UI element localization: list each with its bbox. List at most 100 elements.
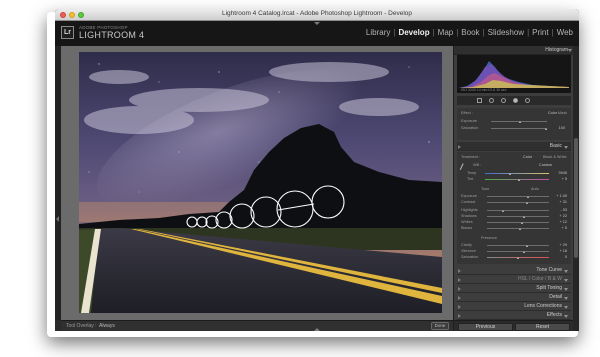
done-button[interactable]: Done [431,322,449,330]
mask-saturation-knob[interactable] [545,128,547,130]
exposure-knob[interactable] [527,196,529,198]
right-panel: Histogram ISO 3200 14 mm f/2.8 30 sec Ef… [453,46,573,331]
mask-exposure-label: Exposure [461,119,478,123]
module-book[interactable]: Book [461,28,479,37]
treatment-color-option[interactable]: Color [523,155,532,159]
previous-button[interactable]: Previous [458,323,513,331]
graduated-filter-icon[interactable] [513,98,518,103]
wb-label: WB : [473,163,482,167]
tone-curve-header[interactable]: Tone Curve [457,266,571,275]
contrast-knob[interactable] [526,202,528,204]
histogram-graph [457,55,571,88]
crop-tool-icon[interactable] [477,98,482,103]
module-separator: | [527,28,530,37]
left-panel-toggle-icon[interactable] [56,216,59,222]
module-library[interactable]: Library [366,28,390,37]
whites-knob[interactable] [521,222,523,224]
histogram-label: Histogram [545,47,568,53]
detail-header[interactable]: Detail [457,293,571,302]
tone-label: Tone [481,187,490,191]
contrast-slider[interactable] [487,202,549,203]
mask-label: Effect : [461,111,473,115]
highlights-knob[interactable] [502,210,504,212]
hsl-label: HSL / Color / B & W [518,276,562,282]
module-print[interactable]: Print [532,28,548,37]
spot-removal-icon[interactable] [489,98,494,103]
reset-button[interactable]: Reset [515,323,570,331]
collapse-icon [564,270,568,273]
collapse-icon [564,315,568,318]
basic-label: Basic [549,143,562,149]
histogram-exif: ISO 3200 14 mm f/2.8 30 sec [457,88,571,93]
detail-label: Detail [549,294,562,300]
tint-knob[interactable] [518,179,520,181]
exposure-slider[interactable] [487,196,549,197]
highlights-label: Highlights [461,208,478,212]
whites-label: Whites [461,220,473,224]
clarity-value: + 29 [559,243,568,247]
title-bar: Lightroom 4 Catalog.lrcat - Adobe Photos… [55,9,579,21]
lens-corrections-header[interactable]: Lens Corrections [457,302,571,311]
temp-knob[interactable] [509,173,511,175]
red-eye-icon[interactable] [501,98,506,103]
module-map[interactable]: Map [438,28,454,37]
temp-slider[interactable] [485,173,549,174]
shadows-slider[interactable] [487,216,549,217]
module-develop[interactable]: Develop [398,28,429,37]
clarity-knob[interactable] [526,245,528,247]
blacks-knob[interactable] [519,228,521,230]
histogram-header[interactable]: Histogram [454,46,573,55]
tint-label: Tint [467,177,474,181]
mask-saturation-slider[interactable] [491,128,547,129]
collapse-icon [564,146,568,149]
module-separator: | [456,28,459,37]
basic-header[interactable]: Basic [457,142,571,151]
effects-header[interactable]: Effects [457,311,571,320]
mask-value: 100 [558,126,565,130]
right-panel-scrollbar[interactable] [573,46,579,331]
shadows-knob[interactable] [523,216,525,218]
vibrance-knob[interactable] [523,251,525,253]
tint-slider[interactable] [485,179,549,180]
hsl-header[interactable]: HSL / Color / B & W [457,275,571,284]
module-web[interactable]: Web [557,28,573,37]
tool-strip [457,96,571,105]
temp-label: Temp [467,171,477,175]
tone-auto-button[interactable]: Auto [531,187,539,191]
whites-slider[interactable] [487,222,549,223]
expand-icon [458,269,461,273]
tool-overlay-label: Tool Overlay : [66,323,97,329]
module-separator: | [432,28,435,37]
mask-panel: Effect : Color Mask Exposure Saturation … [457,108,571,140]
photo-preview[interactable] [79,52,442,313]
clarity-slider[interactable] [487,245,549,246]
bottom-panel-toggle-icon[interactable] [314,328,320,331]
scrollbar-thumb[interactable] [574,138,578,258]
collapse-icon [564,297,568,300]
exposure-value: + 1.00 [556,194,567,198]
expand-icon [458,296,461,300]
module-slideshow[interactable]: Slideshow [488,28,524,37]
saturation-knob[interactable] [517,257,519,259]
blacks-value: + 5 [561,226,567,230]
treatment-bw-option[interactable]: Black & White [543,155,567,159]
split-toning-header[interactable]: Split Toning [457,284,571,293]
histogram-svg [459,61,569,88]
tool-overlay-select[interactable]: Always [99,323,115,329]
top-panel-toggle-icon[interactable] [314,22,320,25]
vibrance-slider[interactable] [487,251,549,252]
exposure-label: Exposure [461,194,478,198]
basic-toggle-icon [458,145,461,149]
mask-mode[interactable]: Mask [558,111,567,115]
module-separator: | [482,28,485,37]
blacks-slider[interactable] [487,228,549,229]
wb-value[interactable]: Custom [539,163,552,167]
contrast-label: Contrast [461,200,476,204]
adjustment-brush-icon[interactable] [525,98,530,103]
mask-exposure-knob[interactable] [519,121,521,123]
highlights-slider[interactable] [487,210,549,211]
collapse-icon [564,279,568,282]
lightroom-window: Lightroom 4 Catalog.lrcat - Adobe Photos… [55,9,579,331]
clarity-label: Clarity [461,243,472,247]
effects-label: Effects [546,312,562,318]
